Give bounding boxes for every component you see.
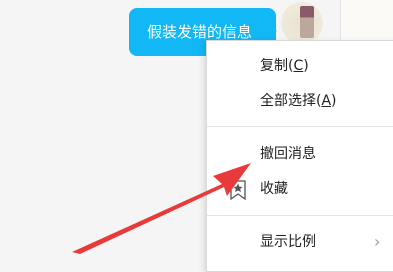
menu-item-recall[interactable]: 撤回消息 (207, 137, 393, 171)
menu-separator (207, 126, 393, 127)
menu-item-favorite-label: 收藏 (260, 181, 288, 197)
menu-item-select-all-label: 全部选择(A) (260, 93, 337, 109)
menu-separator (207, 215, 393, 216)
menu-item-select-all[interactable]: 全部选择(A) (207, 84, 393, 118)
menu-item-recall-label: 撤回消息 (260, 146, 316, 162)
menu-item-favorite[interactable]: 收藏 (207, 172, 393, 206)
avatar-image (300, 6, 314, 38)
menu-item-copy-label: 复制(C) (260, 58, 309, 74)
menu-item-copy[interactable]: 复制(C) (207, 49, 393, 83)
context-menu: 复制(C) 全部选择(A) 撤回消息 收藏 显示比例 › (206, 40, 393, 272)
message-text: 假装发错的信息 (146, 23, 252, 41)
bookmark-star-icon (230, 180, 246, 200)
bubble-tail (270, 26, 277, 36)
avatar[interactable] (281, 2, 323, 44)
